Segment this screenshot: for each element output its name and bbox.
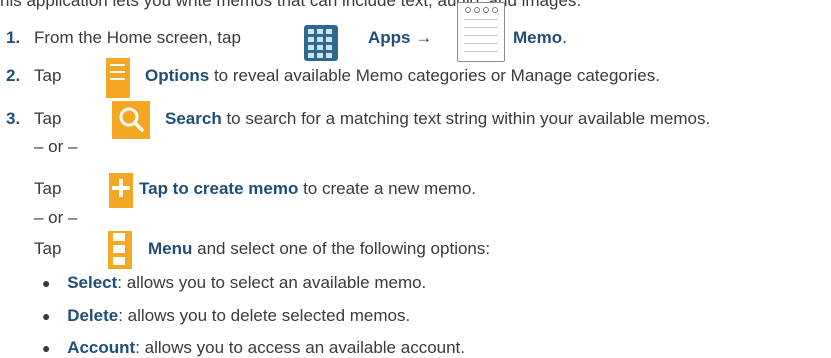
- or-separator: – or –: [34, 208, 78, 227]
- step-2-text: Options to reveal available Memo categor…: [145, 66, 660, 85]
- memo-notepad-icon: [457, 2, 505, 62]
- step-1: 1. From the Home screen, tap: [6, 28, 241, 47]
- options-list-icon: [106, 58, 130, 98]
- or-separator: – or –: [34, 137, 78, 156]
- list-item: Select: allows you to select an availabl…: [42, 273, 426, 293]
- menu-icon: [108, 231, 132, 269]
- step-1-apps: Apps →: [368, 28, 433, 47]
- search-icon: [112, 101, 150, 139]
- create-text: Tap to create memo to create a new memo.: [139, 179, 476, 198]
- apps-grid-icon: [304, 25, 338, 61]
- list-item: Delete: allows you to delete selected me…: [42, 306, 410, 326]
- step-1-memo: Memo.: [513, 28, 567, 47]
- menu-tap: Tap: [34, 239, 62, 258]
- list-item: Account: allows you to access an availab…: [42, 338, 465, 358]
- plus-icon: [109, 173, 133, 208]
- step-2: 2. Tap: [6, 66, 62, 85]
- step-3: 3. Tap: [6, 109, 62, 128]
- step-3-text: Search to search for a matching text str…: [165, 109, 711, 128]
- menu-text: Menu and select one of the following opt…: [148, 239, 491, 258]
- create-tap: Tap: [34, 179, 62, 198]
